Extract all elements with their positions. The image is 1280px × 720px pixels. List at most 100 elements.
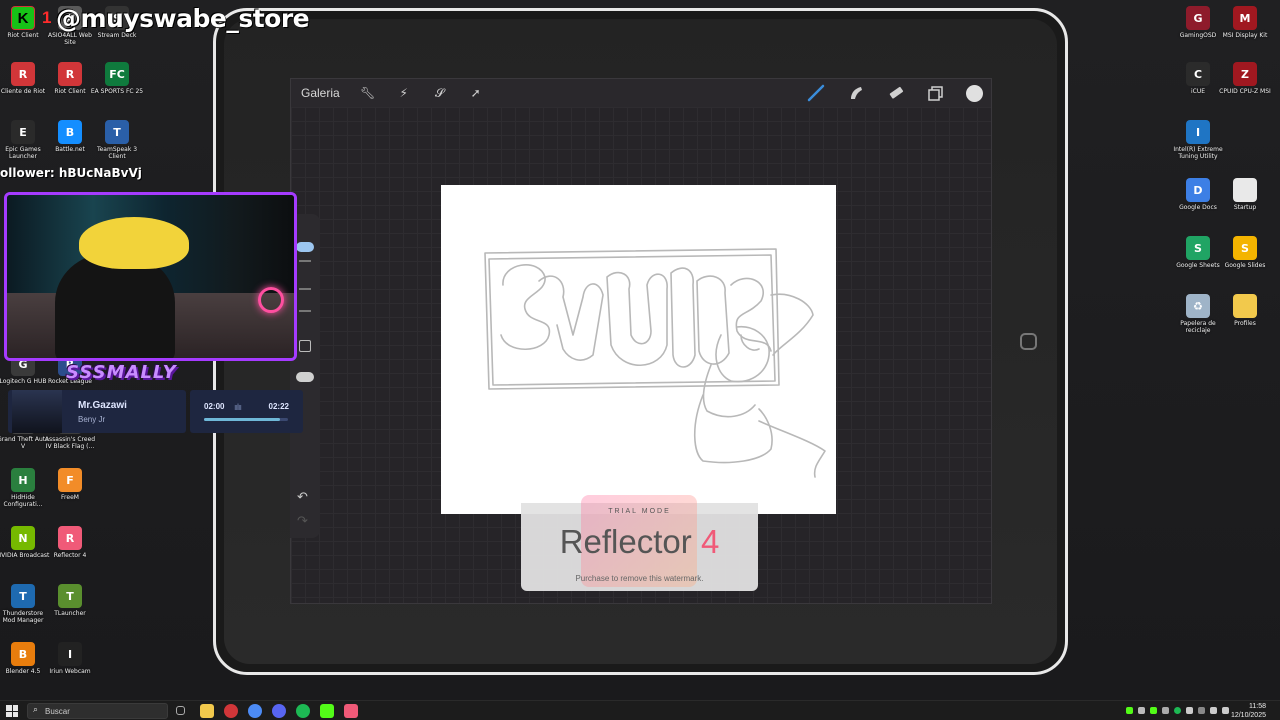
tray-icon[interactable]: [1198, 707, 1205, 714]
redo-icon[interactable]: ↷: [297, 514, 308, 529]
freem-icon: F: [58, 468, 82, 492]
desktop-icon-label: Profiles: [1234, 320, 1256, 327]
desktop-icon[interactable]: FC EA SPORTS FC 25: [90, 62, 144, 95]
layers-icon[interactable]: [926, 83, 946, 103]
desktop-icon-label: CPUID CPU-Z MSI: [1219, 88, 1271, 95]
intel-icon: I: [1186, 120, 1210, 144]
desktop-icon-label: EA SPORTS FC 25: [90, 88, 144, 95]
search-icon: ⌕: [33, 705, 39, 715]
desktop-icon-label: FreeM: [61, 494, 79, 501]
system-clock[interactable]: 11:58 12/10/2025: [1231, 702, 1266, 720]
tray-icon[interactable]: [1150, 707, 1157, 714]
desktop-icon[interactable]: F FreeM: [43, 468, 97, 501]
magic-wand-icon[interactable]: ⚡︎: [396, 85, 412, 101]
desktop-icon-label: Google Docs: [1179, 204, 1217, 211]
spotify-icon[interactable]: [296, 704, 310, 718]
iriun-icon: I: [58, 642, 82, 666]
desktop-icon[interactable]: S Google Slides: [1218, 236, 1272, 269]
wifi-icon[interactable]: [1210, 707, 1217, 714]
teamspeak-icon: T: [105, 120, 129, 144]
kick-icon[interactable]: [320, 704, 334, 718]
desktop-icon-label: Startup: [1233, 204, 1257, 211]
opacity-slider[interactable]: [296, 372, 314, 382]
desktop-icon[interactable]: G GamingOSD: [1171, 6, 1225, 39]
desktop-icon[interactable]: S Google Sheets: [1171, 236, 1225, 269]
desktop-icon[interactable]: B Battle.net: [43, 120, 97, 153]
cpuz-icon: Z: [1233, 62, 1257, 86]
desktop-icon-label: Assassin's Creed IV Black Flag (...: [44, 436, 96, 450]
desktop-icon-label: ASIO4ALL Web Site: [47, 32, 92, 46]
desktop-icon-label: Blender 4.5: [5, 668, 41, 675]
riot-taskbar-icon[interactable]: [224, 704, 238, 718]
reflector-taskbar-icon[interactable]: [344, 704, 358, 718]
taskbar-search[interactable]: ⌕ Buscar: [27, 703, 168, 719]
volume-icon[interactable]: [1222, 707, 1229, 714]
gallery-button[interactable]: Galeria: [301, 86, 340, 100]
desktop-icon[interactable]: Startup: [1218, 178, 1272, 211]
size-tick: [299, 260, 311, 262]
selection-icon[interactable]: 𝓢: [432, 85, 448, 101]
desktop-icon-label: GamingOSD: [1179, 32, 1217, 39]
drawing-canvas[interactable]: [441, 185, 836, 514]
desktop-icon[interactable]: I Iriun Webcam: [43, 642, 97, 675]
tray-icon[interactable]: [1138, 707, 1145, 714]
color-picker-button[interactable]: [966, 84, 983, 102]
smudge-icon[interactable]: [846, 83, 866, 103]
desktop-icon[interactable]: T TLauncher: [43, 584, 97, 617]
chrome-icon[interactable]: [248, 704, 262, 718]
transform-arrow-icon[interactable]: ➚: [468, 85, 484, 101]
neon-light: [258, 287, 284, 313]
desktop-icon-label: iCUE: [1190, 88, 1206, 95]
windows-start-icon[interactable]: [6, 705, 18, 717]
reflector-watermark: TRIAL MODE Reflector 4 Purchase to remov…: [521, 495, 758, 591]
brush-icon[interactable]: [806, 83, 826, 103]
sheets-icon: S: [1186, 236, 1210, 260]
desktop-icon[interactable]: CiCUE: [1171, 62, 1225, 95]
desktop-icon[interactable]: Profiles: [1218, 294, 1272, 327]
undo-icon[interactable]: ↶: [297, 490, 308, 505]
now-playing-info: Mr.Gazawi Beny Jr: [8, 390, 186, 433]
modify-button[interactable]: [299, 340, 311, 352]
waveform-icon: ıılıı: [234, 402, 242, 412]
desktop-icon-label: MSI Display Kit: [1222, 32, 1268, 39]
desktop-icon[interactable]: Z CPUID CPU-Z MSI: [1218, 62, 1272, 95]
wrench-icon[interactable]: 🔧︎: [360, 85, 376, 101]
eraser-icon[interactable]: [886, 83, 906, 103]
tray-icon[interactable]: [1186, 707, 1193, 714]
reflector-icon: R: [58, 526, 82, 550]
desktop-icon[interactable]: ♻ Papelera de reciclaje: [1171, 294, 1225, 334]
tray-spotify-icon[interactable]: [1174, 707, 1181, 714]
procreate-tools-right: [806, 83, 983, 103]
tray-kick-icon[interactable]: [1126, 707, 1133, 714]
streamer-name-banner: SSSMALLY: [66, 362, 177, 383]
docs-icon: D: [1186, 178, 1210, 202]
desktop-icon-label: Logitech G HUB: [0, 378, 47, 385]
desktop-icon-label: Riot Client: [54, 88, 86, 95]
task-view-icon[interactable]: [176, 706, 185, 715]
desktop-icon[interactable]: R Reflector 4: [43, 526, 97, 559]
file-explorer-icon[interactable]: [200, 704, 214, 718]
desktop-icon[interactable]: I Intel(R) Extreme Tuning Utility: [1171, 120, 1225, 160]
now-playing-widget: Mr.Gazawi Beny Jr 02:00 ıılıı 02:22: [8, 390, 303, 433]
icue-icon: C: [1186, 62, 1210, 86]
desktop-icon-label: Stream Deck: [97, 32, 137, 39]
tray-icon[interactable]: [1162, 707, 1169, 714]
desktop-icon[interactable]: R Riot Client: [43, 62, 97, 95]
desktop-icon[interactable]: D Google Docs: [1171, 178, 1225, 211]
riot-icon: R: [11, 62, 35, 86]
desktop-icon[interactable]: T TeamSpeak 3 Client: [90, 120, 144, 160]
desktop-icon-label: Battle.net: [55, 146, 85, 153]
album-art: [12, 390, 62, 433]
trial-mode-label: TRIAL MODE: [608, 508, 671, 515]
now-playing-progress: 02:00 ıılıı 02:22: [190, 390, 303, 433]
desktop-icon[interactable]: M MSI Display Kit: [1218, 6, 1272, 39]
desktop-icon-label: Intel(R) Extreme Tuning Utility: [1173, 146, 1223, 160]
brush-size-slider[interactable]: [296, 242, 314, 252]
kick-logo-icon: K: [12, 7, 34, 29]
size-tick: [299, 310, 311, 312]
purchase-notice: Purchase to remove this watermark.: [575, 574, 704, 583]
pikachu-hat: [79, 217, 189, 269]
ipad-home-button[interactable]: [1020, 333, 1037, 350]
discord-icon[interactable]: [272, 704, 286, 718]
brand-name: Reflector: [559, 523, 692, 560]
